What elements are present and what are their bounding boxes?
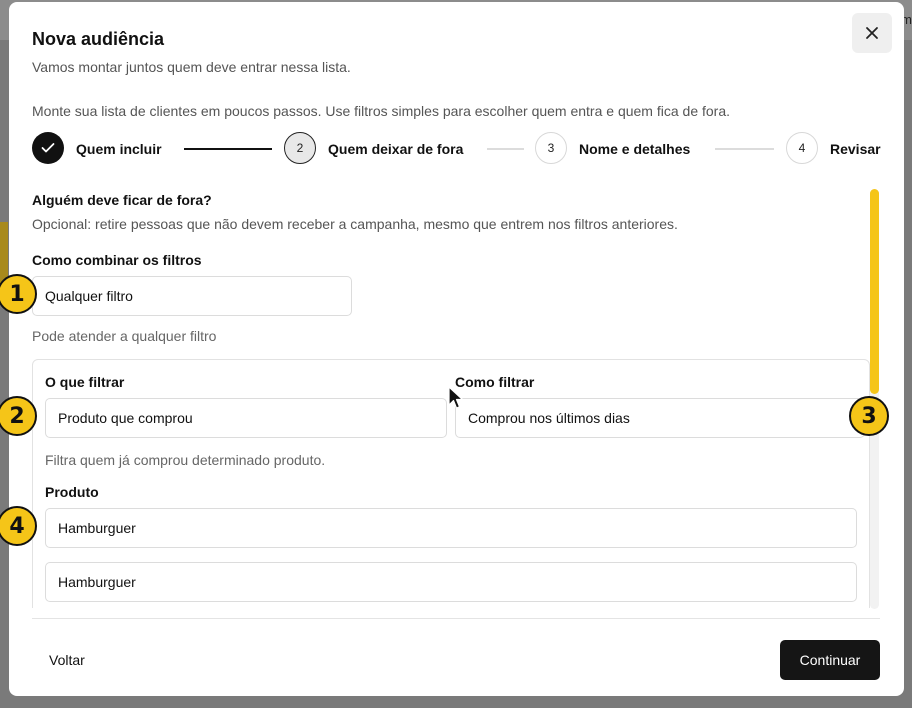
footer-divider: [32, 618, 880, 619]
step-4-circle[interactable]: 4: [786, 132, 818, 164]
section-title: Alguém deve ficar de fora?: [32, 192, 212, 208]
back-button[interactable]: Voltar: [49, 652, 85, 668]
what-to-filter-label: O que filtrar: [45, 374, 125, 390]
combine-filters-select[interactable]: Qualquer filtro: [32, 276, 352, 316]
combine-filters-helper: Pode atender a qualquer filtro: [32, 328, 217, 344]
step-2-label[interactable]: Quem deixar de fora: [328, 141, 463, 157]
scrollbar-thumb[interactable]: [870, 189, 879, 394]
step-1-circle[interactable]: [32, 132, 64, 164]
dialog-intro: Monte sua lista de clientes em poucos pa…: [32, 103, 731, 119]
mouse-cursor-icon: [448, 386, 464, 409]
product-input[interactable]: Hamburguer: [45, 562, 857, 602]
annotation-marker-3: 3: [849, 396, 889, 436]
close-icon: [866, 27, 878, 39]
step-3-circle[interactable]: 3: [535, 132, 567, 164]
product-label: Produto: [45, 484, 99, 500]
continue-button[interactable]: Continuar: [780, 640, 880, 680]
step-4-label[interactable]: Revisar: [830, 141, 881, 157]
dialog-subtitle: Vamos montar juntos quem deve entrar nes…: [32, 59, 351, 75]
step-connector-2: [487, 148, 524, 150]
how-to-filter-label: Como filtrar: [455, 374, 535, 390]
product-input[interactable]: Hamburguer: [45, 508, 857, 548]
step-2-circle[interactable]: 2: [284, 132, 316, 164]
combine-filters-label: Como combinar os filtros: [32, 252, 202, 268]
filter-helper: Filtra quem já comprou determinado produ…: [45, 452, 326, 468]
section-description: Opcional: retire pessoas que não devem r…: [32, 216, 678, 232]
new-audience-dialog: Nova audiência Vamos montar juntos quem …: [9, 2, 904, 696]
step-connector-3: [715, 148, 774, 150]
step-connector-1: [184, 148, 272, 150]
close-button[interactable]: [852, 13, 892, 53]
dialog-title: Nova audiência: [32, 29, 165, 49]
what-to-filter-select[interactable]: Produto que comprou: [45, 398, 447, 438]
stepper: Quem incluir 2 Quem deixar de fora 3 Nom…: [32, 132, 882, 166]
step-3-label[interactable]: Nome e detalhes: [579, 141, 690, 157]
how-to-filter-select[interactable]: Comprou nos últimos dias: [455, 398, 865, 438]
step-1-label[interactable]: Quem incluir: [76, 141, 162, 157]
check-icon: [41, 143, 55, 153]
